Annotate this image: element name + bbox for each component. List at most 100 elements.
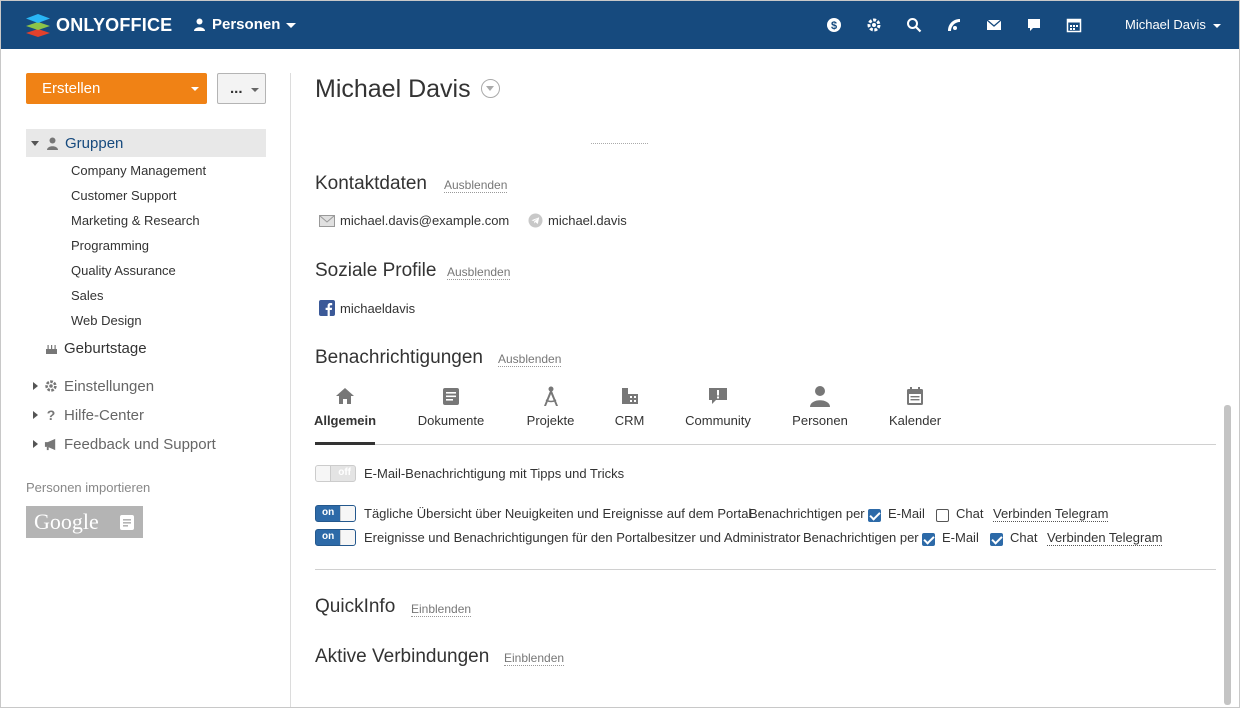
google-label: Google [34,509,99,534]
tab-calendar[interactable]: Kalender [888,383,942,428]
expand-arrow-icon[interactable] [33,382,38,390]
notification-text: Ereignisse und Benachrichtigungen für de… [364,530,801,545]
more-actions-button[interactable]: ... [217,73,266,104]
connect-telegram-link[interactable]: Verbinden Telegram [1047,530,1163,546]
tab-general[interactable]: Allgemein [314,383,376,428]
telegram-icon [528,213,543,228]
payments-icon[interactable]: $ [824,15,844,35]
expand-arrow-icon[interactable] [33,411,38,419]
home-icon [335,383,355,409]
chat-checkbox[interactable] [936,509,949,522]
tab-documents[interactable]: Dokumente [418,383,484,428]
sidebar-item-settings[interactable]: Einstellungen [26,372,266,400]
hide-notifications-link[interactable]: Ausblenden [498,352,562,367]
group-item[interactable]: Customer Support [71,188,177,203]
tips-toggle[interactable]: off [315,465,356,482]
hide-contacts-link[interactable]: Ausblenden [444,178,508,193]
tab-label: Personen [792,413,848,428]
module-switcher[interactable]: Personen [193,16,297,33]
group-item[interactable]: Web Design [71,313,142,328]
facebook-profile[interactable]: michaeldavis [319,300,415,316]
email-contact[interactable]: michael.davis@example.com [319,213,509,228]
person-icon [194,18,205,31]
expand-arrow-icon[interactable] [31,140,39,146]
user-name: Michael Davis [1125,17,1206,32]
tab-projects[interactable]: Projekte [527,383,574,428]
document-icon [442,383,460,409]
profile-actions-dropdown-icon[interactable] [481,79,500,98]
notify-via-label: Benachrichtigen per [749,506,865,521]
calendar-icon[interactable] [1064,15,1084,35]
notification-text: Tägliche Übersicht über Neuigkeiten und … [364,506,752,521]
module-label: Personen [212,16,281,33]
search-icon[interactable] [904,15,924,35]
sidebar-item-feedback[interactable]: Feedback und Support [26,430,266,458]
mail-icon[interactable] [984,15,1004,35]
daily-digest-toggle[interactable]: on [315,505,356,522]
chat-checkbox-label: Chat [1010,530,1038,545]
alert-bubble-icon [708,383,728,409]
section-title-active-connections: Aktive Verbindungen [315,646,490,667]
toggle-knob [340,506,355,521]
show-quickinfo-link[interactable]: Einblenden [411,602,472,617]
telegram-contact[interactable]: michael.davis [528,213,627,228]
tab-label: Kalender [888,413,942,428]
toggle-knob [316,466,331,481]
logo-text: ONLYOFFICE [56,14,173,35]
email-checkbox[interactable] [868,509,881,522]
chevron-down-icon [251,88,259,92]
email-checkbox-label: E-Mail [942,530,979,545]
group-item[interactable]: Sales [71,288,104,303]
chat-icon[interactable] [1024,15,1044,35]
show-connections-link[interactable]: Einblenden [504,651,565,666]
notification-text: E-Mail-Benachrichtigung mit Tipps und Tr… [364,466,625,481]
section-divider [315,569,1216,570]
sidebar-item-groups[interactable]: Gruppen [26,129,266,157]
email-checkbox[interactable] [922,533,935,546]
admin-events-toggle[interactable]: on [315,529,356,546]
connect-telegram-link[interactable]: Verbinden Telegram [993,506,1109,522]
logo[interactable]: ONLYOFFICE [25,12,172,38]
sidebar-item-label: Geburtstage [64,339,147,357]
toggle-knob [340,530,355,545]
settings-icon[interactable] [864,15,884,35]
create-button[interactable]: Erstellen [26,73,207,104]
toggle-state: on [322,507,335,518]
tab-community[interactable]: Community [685,383,751,428]
section-title-social: Soziale Profile [315,260,437,281]
scrollbar[interactable] [1224,405,1231,705]
hide-social-link[interactable]: Ausblenden [447,265,511,280]
chevron-down-icon [1212,23,1221,28]
group-item[interactable]: Programming [71,238,149,253]
megaphone-icon [44,437,58,451]
toggle-state: on [322,531,335,542]
person-icon [45,136,59,150]
chat-checkbox-label: Chat [956,506,984,521]
sidebar-item-label: Einstellungen [64,377,155,395]
group-item[interactable]: Company Management [71,163,206,178]
tab-crm[interactable]: CRM [615,383,644,428]
section-title-notifications: Benachrichtigungen [315,347,483,368]
cake-icon [44,341,58,355]
page-title: Michael Davis [315,75,471,103]
group-item[interactable]: Marketing & Research [71,213,200,228]
user-menu[interactable]: Michael Davis [1125,17,1221,32]
sidebar-item-birthdays[interactable]: Geburtstage [26,334,266,362]
telegram-value: michael.davis [548,213,627,228]
google-import-button[interactable]: Google [26,506,143,538]
feed-icon[interactable] [944,15,964,35]
contacts-sheet-icon [120,515,134,530]
chat-checkbox[interactable] [990,533,1003,546]
sidebar-item-label: Gruppen [65,134,124,152]
person-icon [809,383,831,409]
tabs-divider [315,444,1216,445]
tab-label: Community [685,413,751,428]
tab-people[interactable]: Personen [792,383,848,428]
calendar-icon [906,383,924,409]
sidebar-item-help[interactable]: ? Hilfe-Center [26,401,266,429]
sidebar-divider [290,73,291,707]
section-title-quickinfo: QuickInfo [315,596,396,617]
expand-arrow-icon[interactable] [33,440,38,448]
chevron-down-icon [286,23,297,28]
group-item[interactable]: Quality Assurance [71,263,176,278]
